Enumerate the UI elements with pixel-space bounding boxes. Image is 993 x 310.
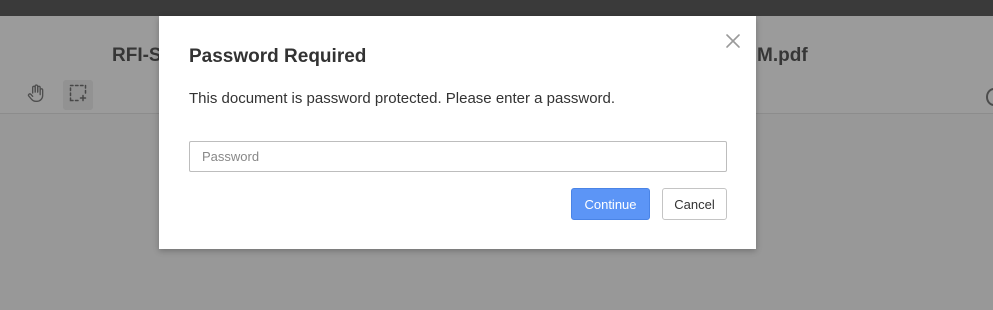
continue-button[interactable]: Continue — [571, 188, 650, 220]
dialog-title: Password Required — [189, 46, 367, 67]
password-dialog: Password Required This document is passw… — [159, 16, 756, 249]
close-icon[interactable] — [724, 32, 742, 50]
password-input[interactable] — [189, 141, 727, 172]
cancel-button[interactable]: Cancel — [662, 188, 727, 220]
dialog-message: This document is password protected. Ple… — [189, 90, 616, 107]
